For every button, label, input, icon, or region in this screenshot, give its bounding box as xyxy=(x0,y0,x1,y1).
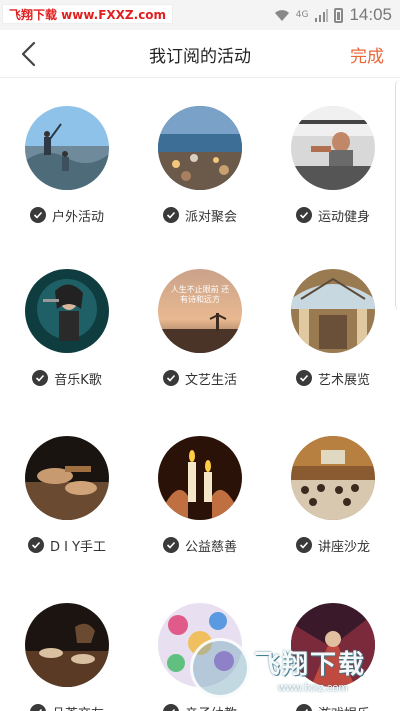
activity-label: 品茶交友 xyxy=(52,703,104,711)
activity-label-row: 文艺生活 xyxy=(140,368,260,388)
activity-label-row: 讲座沙龙 xyxy=(273,535,393,555)
activity-label-row: 艺术展览 xyxy=(273,368,393,388)
clock-time: 14:05 xyxy=(349,5,392,24)
watermark-url: www.fxxz.com xyxy=(278,682,348,694)
activity-item-outdoor[interactable]: 户外活动 xyxy=(7,80,127,240)
done-button[interactable]: 完成 xyxy=(350,42,384,67)
side-panel-edge xyxy=(395,80,400,310)
activity-label-row: 运动健身 xyxy=(273,205,393,225)
activity-label-row: 户外活动 xyxy=(7,205,127,225)
activity-item-arts-life[interactable]: 人生不止眼前 还有诗和远方 文艺生活 xyxy=(140,243,260,403)
checked-icon[interactable] xyxy=(32,370,49,386)
checked-icon[interactable] xyxy=(162,704,179,711)
activity-item-fitness[interactable]: 运动健身 xyxy=(273,80,393,240)
checked-icon[interactable] xyxy=(162,537,179,553)
activity-label: 文艺生活 xyxy=(184,372,237,388)
watermark-text: 飞翔下载 xyxy=(254,650,367,680)
charity-photo-icon xyxy=(158,436,242,520)
network-type-label: 4G xyxy=(295,10,309,20)
diy-photo-icon xyxy=(25,436,109,520)
checked-icon[interactable] xyxy=(295,537,312,553)
activity-label-row: 公益慈善 xyxy=(140,535,260,555)
activity-label-row: D I Y手工 xyxy=(7,535,127,555)
activity-item-exhibition[interactable]: 艺术展览 xyxy=(273,243,393,403)
activity-item-charity[interactable]: 公益慈善 xyxy=(140,410,260,570)
checked-icon[interactable] xyxy=(295,207,312,223)
status-bar: 飞翔下载 www.FXXZ.com 4G 14:05 xyxy=(0,0,400,30)
activity-item-party[interactable]: 派对聚会 xyxy=(140,80,260,240)
nav-header: 我订阅的活动 完成 xyxy=(0,30,400,78)
exhibition-photo-icon xyxy=(291,269,375,353)
activity-label: 音乐K歌 xyxy=(54,372,102,388)
signal-icon xyxy=(315,9,329,22)
page-title: 我订阅的活动 xyxy=(149,47,251,67)
watermark-logo-icon xyxy=(190,638,250,698)
fitness-photo-icon xyxy=(291,106,375,190)
activity-item-lecture[interactable]: 讲座沙龙 xyxy=(273,410,393,570)
activity-label: 运动健身 xyxy=(317,209,370,225)
activity-label-row: 音乐K歌 xyxy=(7,368,127,388)
checked-icon[interactable] xyxy=(27,537,44,553)
activity-label: D I Y手工 xyxy=(49,539,107,555)
tea-photo-icon xyxy=(25,603,109,687)
activity-item-tea[interactable]: 品茶交友 xyxy=(7,577,127,711)
activity-label: 派对聚会 xyxy=(184,209,237,225)
checked-icon[interactable] xyxy=(29,704,46,711)
watermark-overlay: 飞翔下载 www.fxxz.com xyxy=(190,638,400,711)
activity-label-row: 品茶交友 xyxy=(7,702,127,711)
activity-label: 艺术展览 xyxy=(317,372,370,388)
checked-icon[interactable] xyxy=(162,207,179,223)
activity-item-diy[interactable]: D I Y手工 xyxy=(7,410,127,570)
watermark-badge: 飞翔下载 www.FXXZ.com xyxy=(2,4,174,24)
arts-life-overlay-text: 人生不止眼前 还有诗和远方 xyxy=(170,285,230,304)
activity-row: D I Y手工 公益慈善 讲座沙龙 xyxy=(0,410,395,570)
outdoor-photo-icon xyxy=(25,106,109,190)
battery-icon xyxy=(334,7,344,23)
activity-label: 户外活动 xyxy=(51,209,104,225)
checked-icon[interactable] xyxy=(295,370,312,386)
activity-label-row: 派对聚会 xyxy=(140,205,260,225)
party-photo-icon xyxy=(158,106,242,190)
activity-row: 户外活动 派对聚会 运动健身 xyxy=(0,80,395,240)
activity-label: 公益慈善 xyxy=(184,539,237,555)
checked-icon[interactable] xyxy=(162,370,179,386)
status-icons: 4G 14:05 xyxy=(274,4,392,26)
activity-row: 音乐K歌 人生不止眼前 还有诗和远方 文艺生活 艺术展览 xyxy=(0,243,395,403)
activity-label: 讲座沙龙 xyxy=(317,539,370,555)
checked-icon[interactable] xyxy=(29,207,46,223)
activity-item-music[interactable]: 音乐K歌 xyxy=(7,243,127,403)
lecture-photo-icon xyxy=(291,436,375,520)
arts-life-photo-icon: 人生不止眼前 还有诗和远方 xyxy=(158,269,242,353)
wifi-icon xyxy=(274,10,289,21)
music-photo-icon xyxy=(25,269,109,353)
